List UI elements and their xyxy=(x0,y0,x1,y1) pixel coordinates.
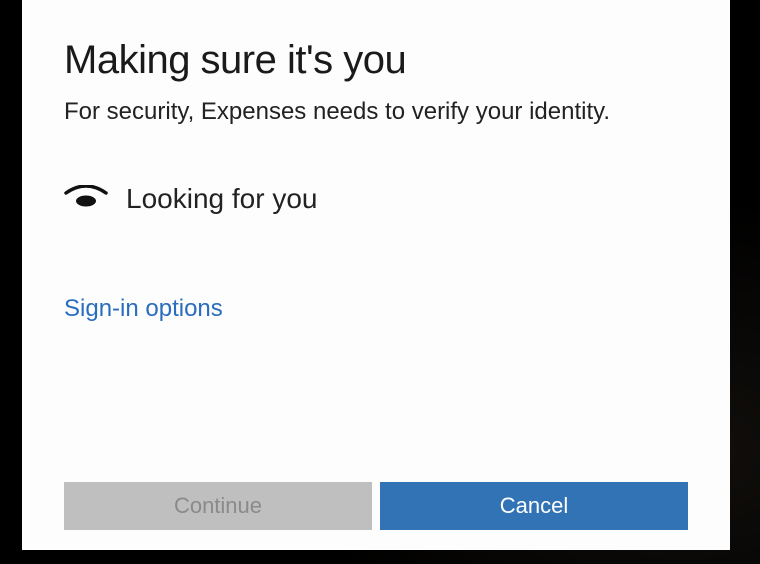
verification-dialog: Making sure it's you For security, Expen… xyxy=(22,0,730,550)
status-text: Looking for you xyxy=(126,183,317,215)
cancel-button[interactable]: Cancel xyxy=(380,482,688,530)
spacer xyxy=(64,323,688,472)
button-row: Continue Cancel xyxy=(64,482,688,530)
dialog-title: Making sure it's you xyxy=(64,38,688,82)
status-row: Looking for you xyxy=(64,183,688,215)
signin-options-link[interactable]: Sign-in options xyxy=(64,295,688,323)
continue-button: Continue xyxy=(64,482,372,530)
eye-icon xyxy=(64,185,108,213)
dialog-subtitle: For security, Expenses needs to verify y… xyxy=(64,96,688,127)
